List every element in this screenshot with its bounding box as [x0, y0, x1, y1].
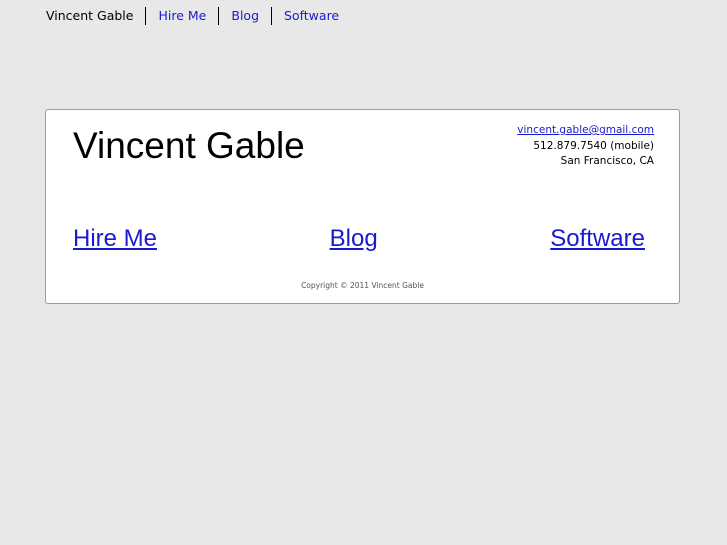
hire-me-link[interactable]: Hire Me [73, 224, 157, 254]
email-link[interactable]: vincent.gable@gmail.com [517, 124, 654, 136]
nav-link-blog[interactable]: Blog [218, 7, 271, 25]
top-navigation: Vincent Gable Hire Me Blog Software [46, 7, 351, 25]
page-title: Vincent Gable [73, 125, 305, 166]
nav-item-home-current: Vincent Gable [46, 8, 134, 23]
profile-card: Vincent Gable vincent.gable@gmail.com 51… [45, 109, 680, 304]
contact-info: vincent.gable@gmail.com 512.879.7540 (mo… [517, 123, 654, 170]
nav-link-software[interactable]: Software [271, 7, 351, 25]
main-links: Hire Me Blog Software [73, 224, 645, 254]
copyright-notice: Copyright © 2011 Vincent Gable [301, 281, 424, 290]
blog-link[interactable]: Blog [330, 224, 378, 254]
location: San Francisco, CA [560, 155, 654, 167]
nav-link-hire-me[interactable]: Hire Me [145, 7, 218, 25]
software-link[interactable]: Software [550, 224, 645, 254]
phone-number: 512.879.7540 (mobile) [533, 139, 654, 152]
